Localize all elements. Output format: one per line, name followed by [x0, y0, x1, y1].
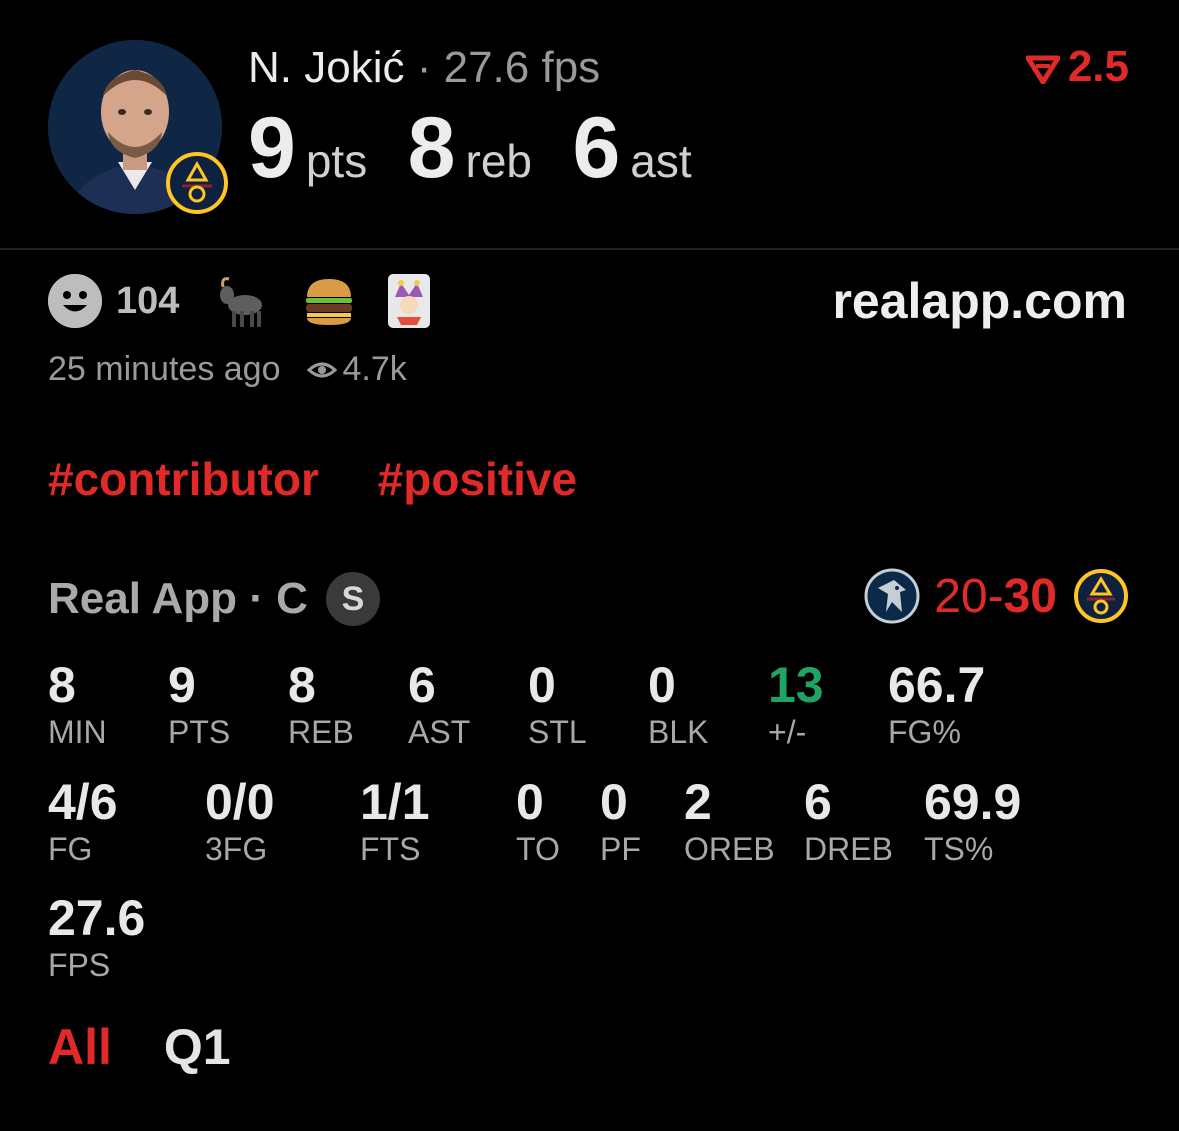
stat-label: TS% — [924, 831, 994, 867]
away-score: 20 — [934, 569, 988, 623]
stat-label: OREB — [684, 831, 775, 867]
stat-3fg: 0/0 3FG — [205, 774, 275, 868]
stat-value: 8 — [48, 657, 76, 713]
pts-value: 9 — [248, 100, 296, 196]
player-name-line[interactable]: N. Jokić · 27.6 fps — [248, 40, 600, 96]
eye-icon — [306, 362, 337, 377]
stat-value: 9 — [168, 657, 196, 713]
name-separator: · — [416, 43, 432, 92]
stat-value: 2 — [684, 774, 712, 830]
reaction-count: 104 — [116, 279, 180, 322]
stat-label: +/- — [768, 714, 807, 750]
burger-icon[interactable] — [301, 273, 357, 329]
stat-label: FTS — [360, 831, 421, 867]
headline-stats: 9 pts 8 reb 6 ast — [248, 100, 728, 221]
stat-label: BLK — [648, 714, 709, 750]
view-count: 4.7k — [342, 350, 407, 388]
stat-fts: 1/1 FTS — [360, 774, 430, 868]
nuggets-logo-icon — [1074, 569, 1128, 623]
stat-ast: 6 AST — [408, 657, 470, 751]
stat-pf: 0 PF — [600, 774, 641, 868]
stat-label: TO — [516, 831, 560, 867]
score-separator: - — [987, 569, 1004, 623]
league-text: Real App · C — [48, 574, 308, 623]
stat-value: 6 — [804, 774, 832, 830]
stat-value: 66.7 — [888, 657, 986, 713]
stat-label: PTS — [168, 714, 231, 750]
reb-value: 8 — [407, 100, 456, 196]
red-down-v-icon — [1025, 55, 1061, 85]
stat-reb: 8 REB — [288, 657, 354, 751]
reactions-bar[interactable]: 104 — [48, 273, 473, 329]
ast-value: 6 — [572, 100, 621, 196]
stat-pts: 9 PTS — [168, 657, 230, 751]
stat-label: FG — [48, 831, 93, 867]
stat-label: REB — [288, 714, 354, 750]
tab-all[interactable]: All — [48, 1019, 112, 1075]
rating-badge[interactable]: 2.5 — [1025, 42, 1129, 92]
period-tabs: All Q1 — [48, 1018, 231, 1076]
site-link[interactable]: realapp.com — [832, 272, 1127, 330]
tag-positive[interactable]: #positive — [378, 453, 577, 505]
goat-icon[interactable] — [215, 273, 271, 329]
stat-label: DREB — [804, 831, 893, 867]
stat-value: 6 — [408, 657, 436, 713]
stat-value: 1/1 — [360, 774, 430, 830]
stat-ts-pct: 69.9 TS% — [924, 774, 1021, 868]
stat-label: FPS — [48, 947, 111, 983]
joker-card-icon[interactable] — [387, 273, 443, 329]
time-ago: 25 minutes ago — [48, 350, 281, 388]
stat-label: PF — [600, 831, 641, 867]
league-badge: S — [325, 572, 380, 626]
post-meta: 25 minutes ago 4.7k — [48, 350, 407, 389]
tab-q1[interactable]: Q1 — [164, 1019, 231, 1075]
stat-label: 3FG — [205, 831, 268, 867]
stat-oreb: 2 OREB — [684, 774, 775, 868]
stat-stl: 0 STL — [528, 657, 587, 751]
stat-value: 0/0 — [205, 774, 275, 830]
stat-value: 0 — [516, 774, 544, 830]
reb-label: reb — [465, 135, 532, 187]
tags-row: #contributor #positive — [48, 452, 623, 506]
home-score: 30 — [1003, 569, 1057, 623]
stat-value: 0 — [600, 774, 628, 830]
stat-value: 0 — [648, 657, 676, 713]
stat-label: AST — [408, 714, 471, 750]
stat-value: 69.9 — [924, 774, 1022, 830]
stat-plus-minus: 13 +/- — [768, 657, 824, 751]
stat-value: 27.6 — [48, 890, 146, 946]
stat-min: 8 MIN — [48, 657, 107, 751]
tag-contributor[interactable]: #contributor — [48, 453, 319, 505]
stat-to: 0 TO — [516, 774, 560, 868]
smiley-face-icon[interactable] — [48, 274, 102, 328]
stat-value: 4/6 — [48, 774, 118, 830]
stat-fg: 4/6 FG — [48, 774, 118, 868]
game-score[interactable]: 20-30 — [864, 568, 1129, 624]
nuggets-logo-icon — [166, 152, 228, 214]
header-divider — [0, 248, 1179, 250]
stat-label: STL — [528, 714, 587, 750]
stat-label: FG% — [888, 714, 961, 750]
stat-dreb: 6 DREB — [804, 774, 893, 868]
rating-value: 2.5 — [1067, 42, 1129, 91]
mavericks-logo-icon — [864, 568, 920, 624]
league-line: Real App · C S — [48, 572, 380, 626]
stat-fg-pct: 66.7 FG% — [888, 657, 985, 751]
stat-blk: 0 BLK — [648, 657, 708, 751]
stat-fps: 27.6 FPS — [48, 890, 145, 984]
stat-value: 13 — [768, 657, 824, 713]
stat-label: MIN — [48, 714, 107, 750]
pts-label: pts — [305, 135, 368, 187]
stat-value: 8 — [288, 657, 316, 713]
fps-text: 27.6 fps — [443, 43, 601, 92]
player-name[interactable]: N. Jokić — [248, 43, 404, 92]
ast-label: ast — [630, 135, 692, 187]
stat-value: 0 — [528, 657, 556, 713]
